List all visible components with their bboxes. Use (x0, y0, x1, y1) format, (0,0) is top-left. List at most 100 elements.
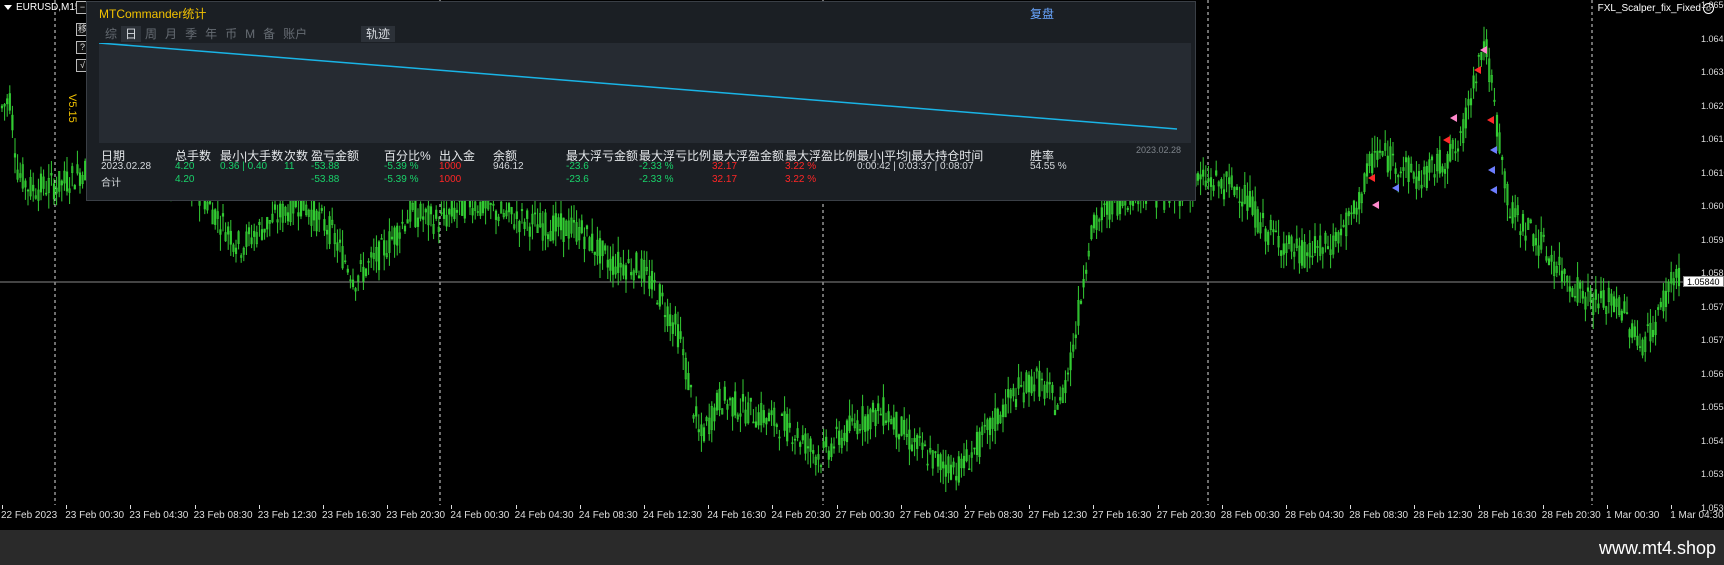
candle-body (606, 259, 609, 268)
candle-body (1597, 303, 1600, 309)
candle-body (1581, 290, 1584, 299)
candle-body (697, 429, 700, 433)
candle-body (523, 221, 526, 230)
candle-body (975, 431, 979, 456)
candle-body (1568, 286, 1571, 292)
tab-2[interactable]: 周 (141, 26, 161, 42)
time-tick (644, 505, 645, 509)
candle-body (1378, 150, 1382, 153)
candle-body (630, 271, 633, 276)
candle-body (1215, 170, 1218, 176)
candle-body (598, 238, 602, 264)
candle-body (60, 180, 63, 186)
candle-body (1407, 157, 1410, 182)
candle-body (1391, 153, 1395, 156)
candle-body (611, 256, 615, 275)
candle-body (650, 271, 654, 290)
candle-body (965, 449, 968, 462)
candle-body (1246, 195, 1249, 211)
trade-marker-icon (1488, 166, 1495, 174)
candle-body (526, 210, 529, 219)
time-tick (1350, 505, 1352, 509)
candle-body (351, 279, 355, 288)
candle-body (897, 434, 901, 440)
tab-track[interactable]: 轨迹 (361, 26, 396, 42)
stats-cell: 4.20 (175, 161, 195, 172)
candle-body (1202, 169, 1205, 177)
price-tick-label: 1.06345 (1701, 67, 1724, 77)
candle-body (1579, 282, 1582, 289)
candle-body (479, 201, 482, 216)
tab-8[interactable]: 备 (259, 26, 279, 42)
candle-body (6, 98, 9, 105)
price-axis: 1.06505 1.06425 1.06345 1.06265 1.06185 1.061… (1700, 0, 1724, 530)
candle-body (258, 221, 261, 226)
stats-cell: -2.33 % (639, 161, 674, 172)
symbol-label[interactable]: EURUSD,M15 (4, 2, 80, 13)
trade-marker-icon (1372, 201, 1379, 209)
candle-body (1126, 207, 1129, 210)
candle-body (1532, 234, 1535, 247)
candle-body (1007, 389, 1010, 398)
candle-body (32, 184, 35, 192)
time-tick (1157, 505, 1159, 509)
candle-body (554, 213, 557, 232)
candle-body (1339, 228, 1343, 236)
candle-body (39, 173, 43, 193)
candle-body (45, 192, 48, 195)
candle-body (749, 397, 752, 402)
candle-body (648, 275, 651, 289)
candle-body (1020, 385, 1023, 387)
candle-body (601, 240, 604, 257)
candle-body (775, 424, 778, 428)
time-tick (965, 505, 966, 509)
candle-body (416, 217, 420, 227)
time-tick-label: 28 Feb 12:30 (1413, 510, 1473, 521)
tab-9[interactable]: 账户 (279, 26, 311, 42)
candle-body (786, 413, 789, 442)
tab-0[interactable]: 综 (101, 26, 121, 42)
candle-body (770, 410, 773, 416)
candle-body (1620, 310, 1623, 321)
candle-body (1511, 202, 1514, 224)
candle-body (1241, 201, 1244, 207)
candle-body (227, 226, 230, 235)
candle-body (877, 403, 880, 412)
tab-3[interactable]: 月 (161, 26, 181, 42)
candle-body (338, 239, 342, 243)
candle-body (1347, 211, 1350, 217)
version-label: V5.15 (66, 94, 78, 123)
tab-7[interactable]: M (241, 26, 259, 42)
candle-body (1014, 399, 1018, 408)
stats-cell: 3.22 % (785, 161, 817, 172)
candle-body (936, 454, 940, 467)
candle-body (1675, 268, 1678, 278)
tab-6[interactable]: 币 (221, 26, 241, 42)
candle-body (910, 444, 914, 451)
tab-1[interactable]: 日 (121, 26, 142, 42)
time-tick (1607, 505, 1608, 509)
candle-body (822, 441, 825, 448)
stats-cell: 0.36 | 0.40 (220, 161, 268, 172)
candle-body (1267, 231, 1270, 245)
time-tick (451, 505, 453, 509)
expert-advisor-label[interactable]: FXL_Scalper_fix_Fixed ☺ (1598, 3, 1714, 14)
time-tick-label: 27 Feb 04:30 (899, 510, 959, 521)
replay-button[interactable]: 复盘 (1030, 5, 1054, 22)
candle-body (780, 413, 784, 416)
tab-5[interactable]: 年 (201, 26, 221, 42)
stats-cell: -53.88 (311, 174, 340, 185)
candle-body (1631, 323, 1634, 338)
candle-body (273, 204, 277, 210)
tab-4[interactable]: 季 (181, 26, 201, 42)
candle-body (1251, 196, 1254, 215)
price-tick-label: 1.06265 (1701, 100, 1724, 111)
candle-body (791, 442, 794, 444)
ea-name-text: FXL_Scalper_fix_Fixed (1597, 3, 1701, 14)
candle-body (1441, 166, 1444, 173)
candle-body (973, 447, 976, 450)
candle-body (1316, 246, 1319, 248)
candle-body (11, 114, 14, 131)
candle-body (1475, 81, 1478, 84)
candle-body (1264, 228, 1267, 242)
